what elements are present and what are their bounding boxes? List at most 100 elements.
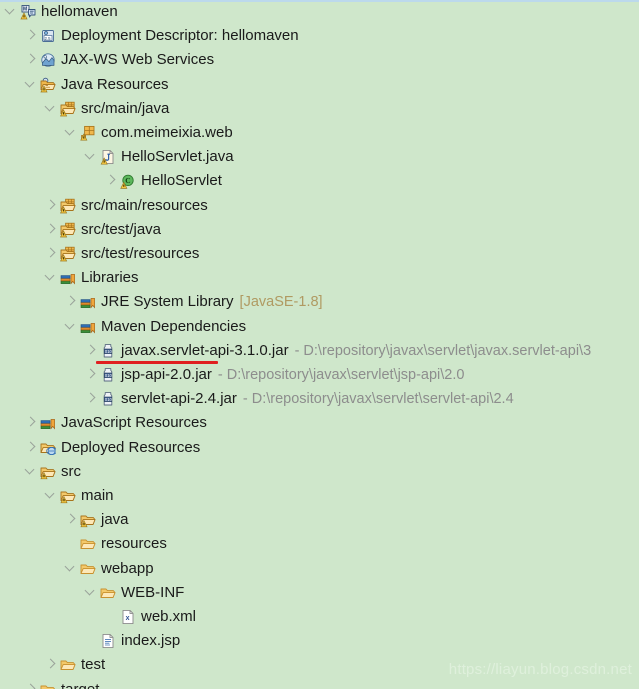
tree-row[interactable]: JAX-WS Web Services	[0, 48, 639, 72]
tree-row-label: javax.servlet-api-3.1.0.jar	[121, 341, 289, 359]
tree-toggle-expanded-icon[interactable]	[24, 460, 40, 484]
tree-toggle-expanded-icon[interactable]	[4, 0, 20, 24]
tree-toggle-expanded-icon[interactable]	[64, 315, 80, 339]
tree-toggle-expanded-icon[interactable]	[84, 145, 100, 169]
tree-row[interactable]: com.meimeixia.web	[0, 121, 639, 145]
tree-toggle-collapsed-icon[interactable]	[64, 508, 80, 532]
tree-row-label: servlet-api-2.4.jar	[121, 390, 237, 408]
svg-text:010: 010	[105, 373, 113, 378]
tree-row-path: - D:\repository\javax\servlet\javax.serv…	[294, 342, 592, 359]
tree-row[interactable]: HelloServlet.java	[0, 145, 639, 169]
deployed-resources-icon	[40, 440, 56, 456]
tree-row[interactable]: resources	[0, 532, 639, 556]
tree-row[interactable]: src/test/resources	[0, 242, 639, 266]
tree-toggle-collapsed-icon[interactable]	[24, 436, 40, 460]
tree-toggle-collapsed-icon[interactable]	[104, 169, 120, 193]
tree-toggle-expanded-icon[interactable]	[84, 581, 100, 605]
tree-row-label: Deployment Descriptor: hellomaven	[61, 27, 299, 45]
tree-row[interactable]: Deployed Resources	[0, 436, 639, 460]
tree-row[interactable]: 010 jsp-api-2.0.jar - D:\repository\javax\…	[0, 363, 639, 387]
tree-toggle-collapsed-icon[interactable]	[84, 363, 100, 387]
tree-row-label: test	[81, 656, 106, 674]
project-explorer-tree[interactable]: https://liayun.blog.csdn.net Mhellomaven…	[0, 0, 639, 689]
tree-toggle-collapsed-icon[interactable]	[24, 24, 40, 48]
tree-toggle-expanded-icon[interactable]	[44, 484, 60, 508]
svg-text:M: M	[23, 7, 27, 13]
tree-row-label: JRE System Library	[101, 293, 234, 311]
tree-row[interactable]: Java Resources	[0, 73, 639, 97]
tree-toggle-expanded-icon[interactable]	[64, 557, 80, 581]
tree-toggle-collapsed-icon[interactable]	[64, 290, 80, 314]
tree-row-label: HelloServlet	[141, 172, 222, 190]
tree-row[interactable]: Mhellomaven	[0, 0, 639, 24]
tree-toggle-expanded-icon[interactable]	[24, 73, 40, 97]
source-folder-icon	[60, 222, 76, 238]
tree-row[interactable]: src	[0, 460, 639, 484]
java-class-icon: C	[120, 173, 136, 190]
svg-text:010: 010	[105, 397, 113, 402]
folder-icon	[80, 561, 96, 577]
tree-row[interactable]: webapp	[0, 557, 639, 581]
folder-icon	[60, 657, 76, 673]
tree-toggle-collapsed-icon[interactable]	[44, 194, 60, 218]
folder-icon	[40, 682, 56, 689]
tree-toggle-expanded-icon[interactable]	[64, 121, 80, 145]
tree-toggle-collapsed-icon[interactable]	[24, 411, 40, 435]
tree-toggle-collapsed-icon[interactable]	[24, 48, 40, 72]
tree-row-path: - D:\repository\javax\servlet\servlet-ap…	[242, 391, 514, 408]
tree-row[interactable]: Maven Dependencies	[0, 315, 639, 339]
tree-row[interactable]: 010 javax.servlet-api-3.1.0.jar - D:\repos…	[0, 339, 639, 363]
tree-toggle-collapsed-icon[interactable]	[84, 387, 100, 411]
svg-text:010: 010	[105, 349, 113, 354]
tree-row-label: src	[61, 462, 81, 480]
source-folder-icon	[60, 198, 76, 214]
tree-row[interactable]: x web.xml	[0, 605, 639, 629]
tree-row-label: com.meimeixia.web	[101, 124, 233, 141]
tree-row-label: WEB-INF	[121, 583, 185, 601]
tree-toggle-collapsed-icon[interactable]	[84, 339, 100, 363]
tree-row[interactable]: JavaScript Resources	[0, 411, 639, 435]
tree-toggle-collapsed-icon[interactable]	[44, 242, 60, 266]
svg-text:C: C	[125, 177, 130, 186]
tree-row-environment: [JavaSE-1.8]	[239, 294, 323, 311]
tree-row[interactable]: 2.5 Deployment Descriptor: hellomaven	[0, 24, 639, 48]
tree-row[interactable]: index.jsp	[0, 629, 639, 653]
xml-file-icon: x	[120, 609, 136, 625]
tree-row[interactable]: src/main/java	[0, 97, 639, 121]
tree-row-label: src/main/java	[81, 99, 170, 117]
tree-row-label: resources	[101, 535, 167, 553]
tree-row[interactable]: target	[0, 678, 639, 689]
tree-row[interactable]: Libraries	[0, 266, 639, 290]
svg-text:x: x	[126, 615, 130, 622]
tree-row[interactable]: C HelloServlet	[0, 169, 639, 193]
jar-icon: 010	[100, 343, 116, 359]
tree-row[interactable]: java	[0, 508, 639, 532]
tree-row[interactable]: main	[0, 484, 639, 508]
tree-row[interactable]: src/main/resources	[0, 194, 639, 218]
tree-toggle-expanded-icon[interactable]	[44, 97, 60, 121]
source-folder-icon	[60, 246, 76, 262]
deployment-descriptor-icon: 2.5	[40, 28, 56, 44]
tree-row[interactable]: 010 servlet-api-2.4.jar - D:\repository\ja…	[0, 387, 639, 411]
tree-toggle-collapsed-icon[interactable]	[24, 678, 40, 689]
folder-warning-icon	[80, 512, 96, 528]
tree-row[interactable]: test	[0, 653, 639, 677]
tree-row[interactable]: JRE System Library [JavaSE-1.8]	[0, 290, 639, 314]
java-file-icon	[100, 149, 116, 165]
tree-row-label: target	[61, 681, 99, 689]
folder-warning-icon	[40, 464, 56, 480]
tree-row-label: JAX-WS Web Services	[61, 51, 215, 69]
tree-toggle-spacer	[84, 629, 100, 653]
tree-row-label: JavaScript Resources	[61, 414, 207, 432]
jar-icon: 010	[100, 367, 116, 383]
tree-toggle-collapsed-icon[interactable]	[44, 653, 60, 677]
tree-toggle-collapsed-icon[interactable]	[44, 218, 60, 242]
tree-row[interactable]: WEB-INF	[0, 581, 639, 605]
jar-icon: 010	[100, 391, 116, 407]
tree-row-label: webapp	[101, 559, 154, 577]
tree-toggle-expanded-icon[interactable]	[44, 266, 60, 290]
package-icon	[80, 125, 96, 141]
tree-row[interactable]: src/test/java	[0, 218, 639, 242]
tree-row-label: Deployed Resources	[61, 438, 201, 456]
java-resources-icon	[40, 77, 56, 93]
